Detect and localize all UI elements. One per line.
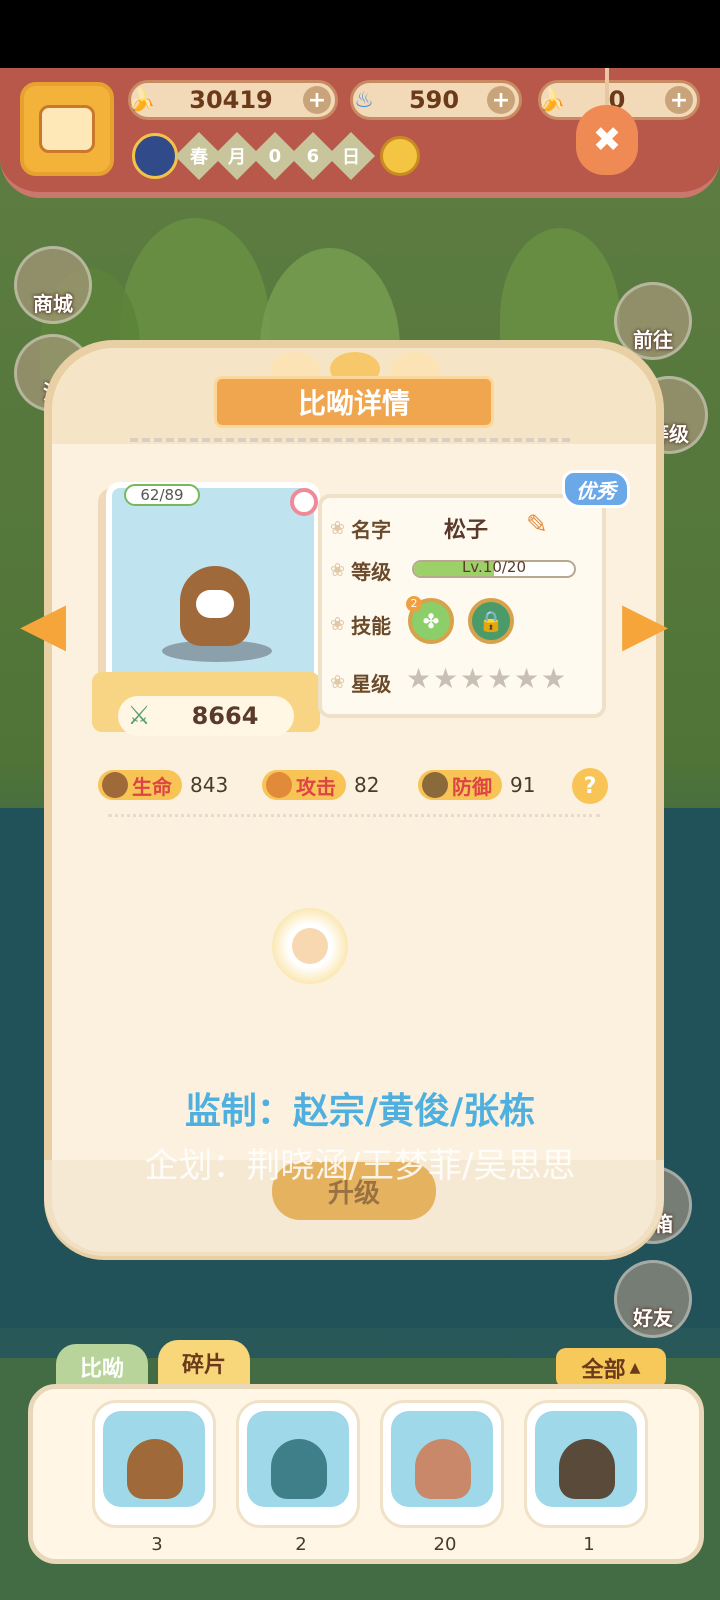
hp-stat-pill: 生命 xyxy=(98,770,182,800)
caret-up-icon: ▲ xyxy=(629,1360,641,1376)
panel-title: 比呦详情 xyxy=(214,376,494,428)
paw-icon: ❀ xyxy=(330,672,346,693)
rope xyxy=(605,68,609,108)
flame-resource: ♨ 590 + xyxy=(350,80,522,120)
divider xyxy=(130,438,570,442)
star-empty-icon: ★ xyxy=(406,662,432,695)
star-empty-icon: ★ xyxy=(460,662,486,695)
paw-icon: ❀ xyxy=(330,614,346,635)
character-portrait xyxy=(180,566,250,646)
defense-stat-pill: 防御 xyxy=(418,770,502,800)
next-arrow-icon[interactable]: ▶ xyxy=(622,594,688,654)
star-row-label: ❀ 星级 xyxy=(330,672,392,696)
credits-planning: 企划：荆晓涵/王梦菲/吴思思 xyxy=(144,1146,576,1186)
fragment-count: 20 xyxy=(433,1534,457,1555)
skill-row-label: ❀ 技能 xyxy=(330,614,392,638)
skill-locked-button[interactable]: 🔒 xyxy=(468,598,514,644)
flame-icon: ♨ xyxy=(354,87,374,113)
fragment-character xyxy=(415,1439,471,1499)
help-button[interactable]: ? xyxy=(572,768,608,804)
loading-paw-icon xyxy=(272,908,348,984)
fragment-slot[interactable]: 1 xyxy=(524,1400,648,1555)
fragment-count: 1 xyxy=(583,1534,595,1555)
attack-stat-value: 82 xyxy=(354,773,380,797)
level-row-label: ❀ 等级 xyxy=(330,560,392,584)
level-text: Lv.10/20 xyxy=(461,558,527,576)
stat-attack: 攻击 82 xyxy=(262,768,379,802)
paw-icon: ❀ xyxy=(330,518,346,539)
clover-icon: ✤ xyxy=(422,609,440,633)
date-chip: 日 xyxy=(326,131,376,181)
shop-label: 商城 xyxy=(33,292,73,316)
clock-icon xyxy=(132,133,178,179)
add-blue-banana-button[interactable]: + xyxy=(665,86,693,114)
banana-count: 30419 xyxy=(189,86,273,114)
goto-label: 前往 xyxy=(633,328,673,352)
credits-supervisor: 监制：赵宗/黄俊/张栋 xyxy=(184,1091,536,1132)
hp-badge: 62/89 xyxy=(124,484,200,506)
fragment-character xyxy=(559,1439,615,1499)
rename-pencil-icon[interactable]: ✎ xyxy=(526,510,548,540)
fragment-character xyxy=(127,1439,183,1499)
character-card xyxy=(106,482,320,688)
fragment-count: 2 xyxy=(295,1534,307,1555)
crossed-swords-icon: ⚔ xyxy=(127,701,151,731)
side-friends-button[interactable]: 好友 xyxy=(614,1260,692,1338)
hp-stat-icon xyxy=(102,772,128,798)
close-icon: ✖ xyxy=(592,120,622,160)
player-avatar[interactable] xyxy=(20,82,114,176)
blue-banana-icon: 🍌 xyxy=(538,87,566,113)
add-banana-button[interactable]: + xyxy=(303,86,331,114)
name-row-label: ❀ 名字 xyxy=(330,518,392,542)
add-flame-button[interactable]: + xyxy=(487,86,515,114)
fragment-slot[interactable]: 2 xyxy=(236,1400,360,1555)
friends-label: 好友 xyxy=(633,1306,673,1330)
skill-level-badge: 2 xyxy=(406,596,422,612)
tab-fragments[interactable]: 碎片 xyxy=(158,1340,250,1386)
banana-resource: 🍌 30419 + xyxy=(128,80,338,120)
paw-icon: ❀ xyxy=(330,560,346,581)
attack-stat-icon xyxy=(266,772,292,798)
flame-count: 590 xyxy=(408,86,460,114)
defense-stat-icon xyxy=(422,772,448,798)
female-gender-icon xyxy=(290,488,318,516)
star-rating: ★ ★ ★ ★ ★ ★ xyxy=(406,662,567,695)
banana-icon: 🍌 xyxy=(128,87,156,113)
attack-stat-pill: 攻击 xyxy=(262,770,346,800)
close-button[interactable]: ✖ xyxy=(576,105,638,175)
fragment-character xyxy=(271,1439,327,1499)
fragment-slot[interactable]: 3 xyxy=(92,1400,216,1555)
rarity-badge: 优秀 xyxy=(562,470,630,508)
power-value: 8664 xyxy=(191,702,259,730)
stat-defense: 防御 91 xyxy=(418,768,535,802)
character-face xyxy=(196,590,234,618)
fragment-slot[interactable]: 20 xyxy=(380,1400,504,1555)
filter-dropdown[interactable]: 全部 ▲ xyxy=(556,1348,666,1388)
hp-stat-value: 843 xyxy=(190,773,229,797)
fragment-count: 3 xyxy=(151,1534,163,1555)
side-shop-button[interactable]: 商城 xyxy=(14,246,92,324)
calendar-date: 春 月 0 6 日 xyxy=(132,131,420,181)
star-empty-icon: ★ xyxy=(514,662,540,695)
dotted-divider xyxy=(108,814,600,817)
stat-hp: 生命 843 xyxy=(98,768,228,802)
character-name: 松子 xyxy=(444,518,489,543)
star-empty-icon: ★ xyxy=(541,662,567,695)
previous-arrow-icon[interactable]: ◀ xyxy=(20,594,86,654)
weather-sun-icon xyxy=(380,136,420,176)
power-badge: ⚔ 8664 xyxy=(118,696,294,736)
defense-stat-value: 91 xyxy=(510,773,536,797)
lock-icon: 🔒 xyxy=(478,609,504,633)
avatar-face-icon xyxy=(39,105,95,153)
star-empty-icon: ★ xyxy=(433,662,459,695)
star-empty-icon: ★ xyxy=(487,662,513,695)
